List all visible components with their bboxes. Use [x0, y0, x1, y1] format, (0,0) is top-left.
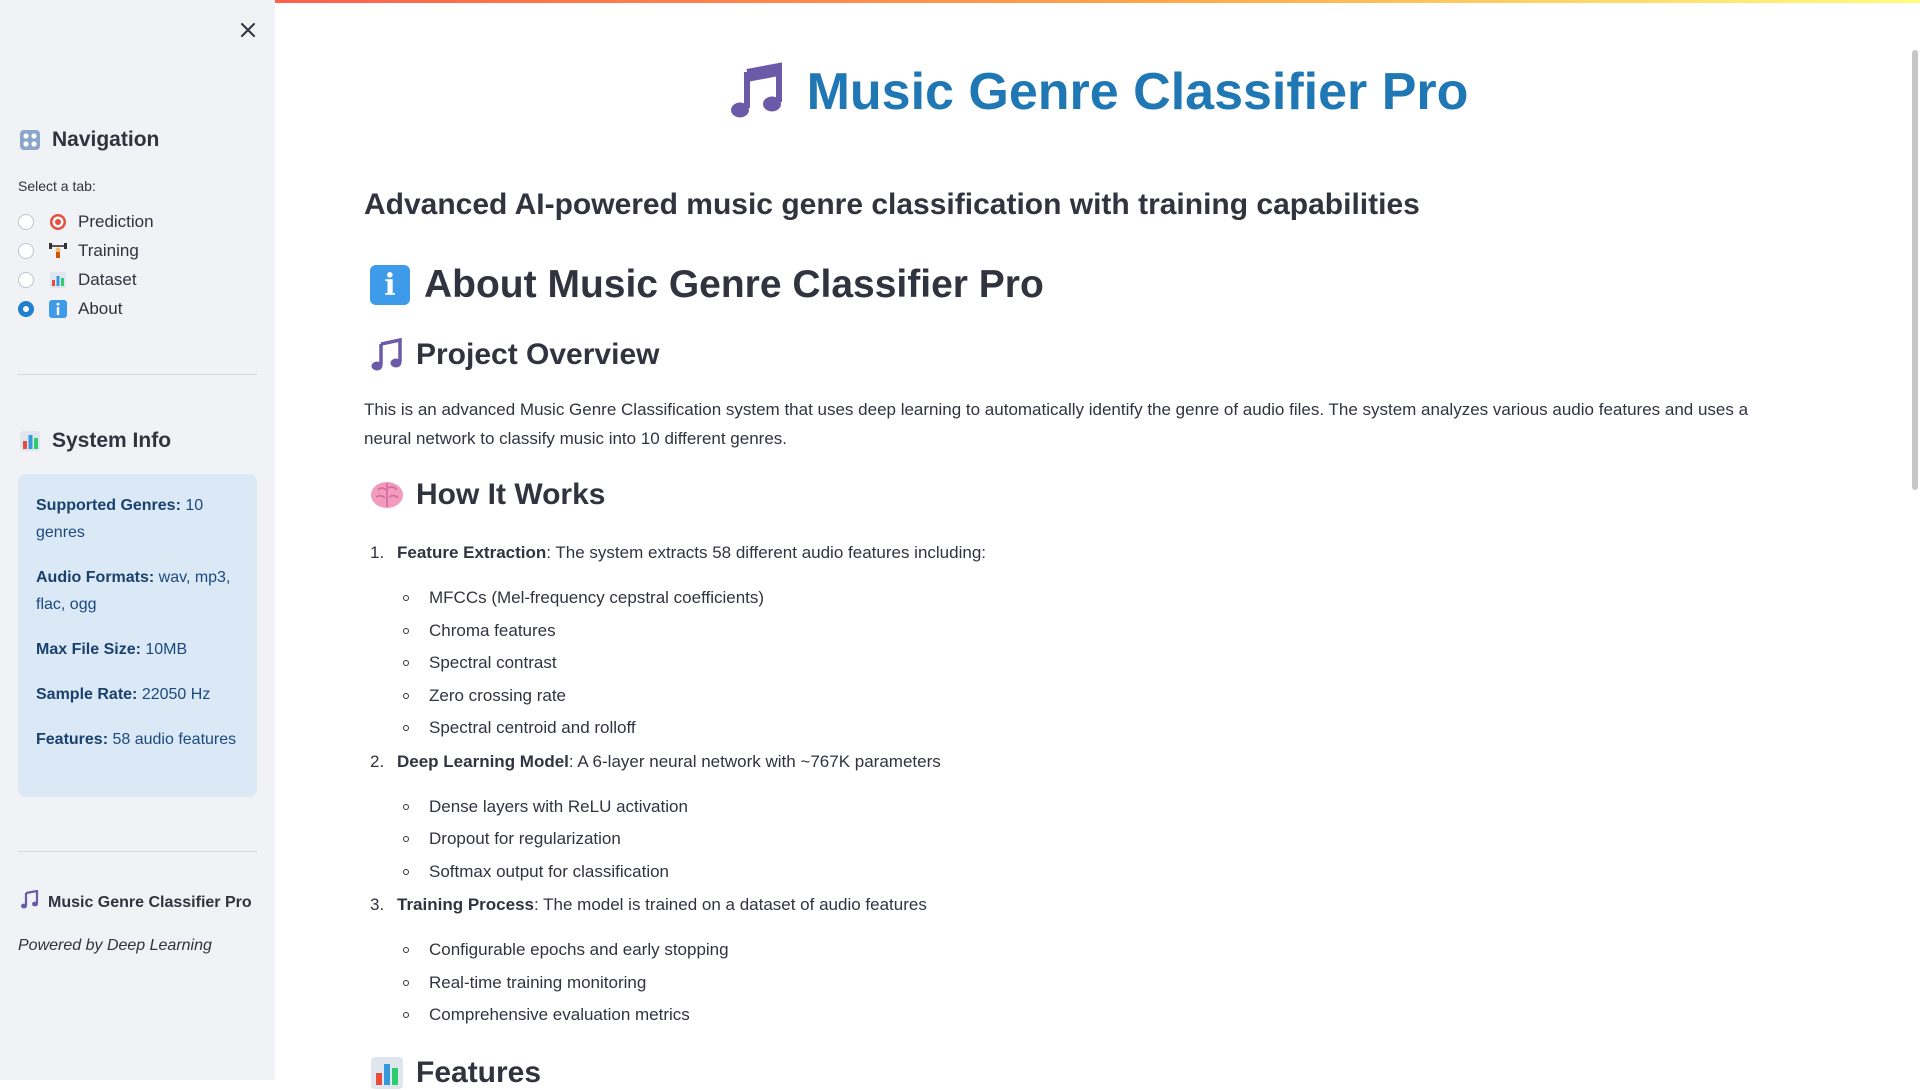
how-it-works-heading: How It Works: [370, 478, 605, 512]
how-it-works-heading-text: How It Works: [416, 478, 606, 511]
info-value: 22050 Hz: [141, 686, 211, 703]
project-overview-heading-text: Project Overview: [416, 338, 660, 371]
select-tab-label: Select a tab:: [18, 178, 96, 194]
weightlifter-icon: [48, 241, 68, 261]
radio-button[interactable]: [18, 242, 34, 259]
music-note-icon: [371, 338, 402, 371]
features-heading-text: Features: [416, 1056, 542, 1089]
page-title: Music Genre Classifier Pro: [275, 62, 1920, 122]
step-title: Deep Learning Model: [397, 751, 569, 771]
info-value: 58 audio features: [112, 731, 237, 748]
radio-label: About: [78, 298, 123, 318]
main-content: Music Genre Classifier Pro Advanced AI-p…: [275, 0, 1920, 1089]
sidebar-footer-title: Music Genre Classifier Pro: [20, 889, 252, 915]
radio-option-about[interactable]: About: [18, 294, 154, 323]
list-item: Dropout for regularization: [364, 823, 1764, 856]
page-subtitle: Advanced AI-powered music genre classifi…: [364, 188, 1420, 221]
list-item: Comprehensive evaluation metrics: [364, 999, 1764, 1032]
radio-label: Dataset: [78, 269, 137, 289]
list-item: Softmax output for classification: [364, 856, 1764, 889]
system-info-heading: System Info: [18, 429, 171, 453]
list-item-step-1: 1. Feature Extraction: The system extrac…: [364, 538, 1764, 745]
info-value: 10MB: [145, 641, 188, 658]
bar-chart-icon: [371, 1057, 403, 1089]
step-text: : The model is trained on a dataset of a…: [534, 895, 927, 914]
project-overview-paragraph: This is an advanced Music Genre Classifi…: [364, 400, 1749, 448]
step-title: Feature Extraction: [397, 543, 547, 562]
list-item: Chroma features: [364, 615, 1764, 648]
features-heading: Features: [370, 1056, 541, 1090]
radio-button[interactable]: [18, 271, 34, 288]
list-item: Zero crossing rate: [364, 680, 1764, 713]
vertical-scrollbar[interactable]: [1912, 50, 1918, 490]
info-row-max-size: Max File Size: 10MB: [36, 636, 239, 663]
step-number: 2.: [370, 751, 385, 771]
info-row-formats: Audio Formats: wav, mp3, flac, ogg: [36, 564, 239, 618]
sidebar-divider: [18, 374, 257, 375]
sidebar-footer-subtitle: Powered by Deep Learning: [18, 937, 212, 954]
about-heading: i About Music Genre Classifier Pro: [370, 263, 1044, 307]
project-overview-heading: Project Overview: [370, 338, 659, 372]
list-item: Real-time training monitoring: [364, 967, 1764, 1000]
about-heading-text: About Music Genre Classifier Pro: [424, 263, 1044, 306]
control-knobs-icon: [18, 128, 42, 152]
page-title-text: Music Genre Classifier Pro: [806, 63, 1469, 121]
info-label: Features:: [36, 731, 109, 748]
step-title: Training Process: [397, 895, 534, 914]
radio-option-training[interactable]: Training: [18, 236, 154, 265]
info-label: Sample Rate:: [36, 686, 138, 703]
info-label: Supported Genres:: [36, 497, 181, 514]
radio-button[interactable]: [18, 213, 34, 230]
info-row-genres: Supported Genres: 10 genres: [36, 492, 239, 546]
list-item: Configurable epochs and early stopping: [364, 934, 1764, 967]
radio-option-prediction[interactable]: Prediction: [18, 207, 154, 236]
info-icon: [48, 299, 68, 319]
system-info-card: Supported Genres: 10 genres Audio Format…: [18, 474, 257, 797]
list-item: Dense layers with ReLU activation: [364, 791, 1764, 824]
close-icon: [241, 23, 255, 37]
radio-label: Training: [78, 240, 139, 260]
info-row-features: Features: 58 audio features: [36, 726, 239, 753]
sidebar: Navigation Select a tab: Prediction Trai…: [0, 0, 275, 1080]
tab-radio-group: Prediction Training Dataset About: [18, 207, 154, 323]
close-sidebar-button[interactable]: [232, 14, 264, 46]
step-number: 1.: [370, 543, 385, 562]
bar-chart-icon: [18, 429, 42, 453]
info-label: Audio Formats:: [36, 569, 155, 586]
step-number: 3.: [370, 895, 385, 914]
system-info-heading-text: System Info: [52, 429, 172, 452]
list-item-step-3: 3. Training Process: The model is traine…: [364, 890, 1764, 1032]
music-note-icon: [730, 62, 782, 118]
navigation-heading: Navigation: [18, 128, 159, 152]
info-label: Max File Size:: [36, 641, 141, 658]
list-item: Spectral centroid and rolloff: [364, 712, 1764, 745]
footer-title-text: Music Genre Classifier Pro: [48, 893, 252, 911]
brain-icon: [371, 482, 403, 508]
info-icon: i: [370, 265, 410, 305]
list-item: MFCCs (Mel-frequency cepstral coefficien…: [364, 582, 1764, 615]
how-it-works-list: 1. Feature Extraction: The system extrac…: [364, 538, 1764, 1034]
list-item-step-2: 2. Deep Learning Model: A 6-layer neural…: [364, 747, 1764, 889]
music-note-icon: [20, 889, 40, 915]
step-text: : The system extracts 58 different audio…: [546, 543, 986, 562]
radio-button-selected[interactable]: [18, 300, 34, 317]
bar-chart-icon: [48, 270, 68, 290]
radio-option-dataset[interactable]: Dataset: [18, 265, 154, 294]
step-text: : A 6-layer neural network with ~767K pa…: [568, 751, 941, 771]
target-icon: [48, 212, 68, 232]
navigation-heading-text: Navigation: [52, 128, 160, 151]
radio-label: Prediction: [78, 211, 154, 231]
list-item: Spectral contrast: [364, 647, 1764, 680]
info-row-sample-rate: Sample Rate: 22050 Hz: [36, 681, 239, 708]
sidebar-divider: [18, 851, 257, 852]
